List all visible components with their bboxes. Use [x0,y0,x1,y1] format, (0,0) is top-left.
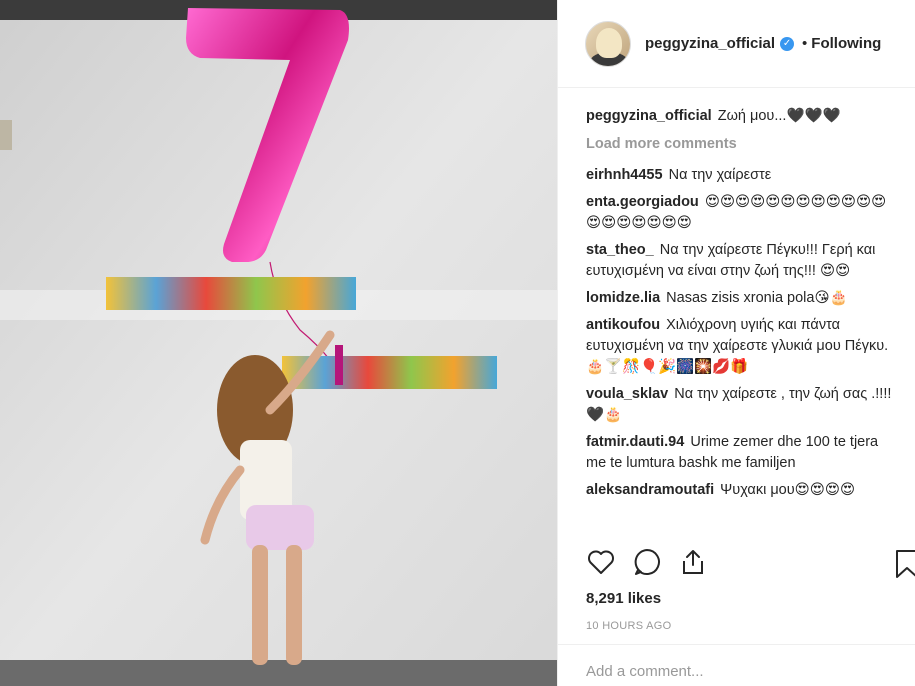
caption-username[interactable]: peggyzina_official [586,108,712,124]
comment-username[interactable]: sta_theo_ [586,242,654,258]
post-username[interactable]: peggyzina_official [645,35,775,52]
instagram-post: peggyzina_official ✓ • Following peggyzi… [0,0,915,686]
following-button[interactable]: Following [811,35,881,52]
comment-text: Ψυχακι μου😍😍😍😍 [720,482,856,498]
action-bar [585,546,709,578]
verified-icon: ✓ [780,36,795,51]
avatar[interactable] [585,20,631,67]
comment-username[interactable]: voula_sklav [586,386,668,402]
post-timestamp: 10 HOURS AGO [586,620,672,632]
caption-text: Ζωή μου...🖤🖤🖤 [717,108,841,124]
separator-dot: • [802,35,808,52]
comment-item: antikoufou Χιλιόχρονη υγιής και πάντα ευ… [586,315,901,378]
post-header: peggyzina_official ✓ • Following [558,0,915,88]
birthday-photo-illustration [0,0,557,686]
add-comment-input[interactable]: Add a comment... [558,644,915,686]
caption: peggyzina_official Ζωή μου...🖤🖤🖤 [586,106,901,127]
post-sidebar: peggyzina_official ✓ • Following peggyzi… [557,0,915,686]
comment-text: Να την χαίρεστε [668,167,772,183]
comment-icon[interactable] [631,546,663,578]
comment-item: fatmir.dauti.94 Urime zemer dhe 100 te t… [586,432,901,474]
heart-icon[interactable] [585,546,617,578]
comment-item: voula_sklav Να την χαίρεστε , την ζωή σα… [586,384,901,426]
comment-username[interactable]: eirhnh4455 [586,167,663,183]
comment-username[interactable]: aleksandramoutafi [586,482,714,498]
comment-username[interactable]: lomidze.lia [586,290,660,306]
comment-text: Nasas zisis xronia pola😘🎂 [666,290,848,306]
comment-username[interactable]: fatmir.dauti.94 [586,434,684,450]
comment-item: lomidze.lia Nasas zisis xronia pola😘🎂 [586,288,901,309]
comments-list[interactable]: peggyzina_official Ζωή μου...🖤🖤🖤 Load mo… [558,88,915,535]
comment-username[interactable]: enta.georgiadou [586,194,699,210]
comment-item: enta.georgiadou 😍😍😍😍😍😍😍😍😍😍😍😍😍😍😍😍😍😍😍 [586,192,901,234]
share-icon[interactable] [677,546,709,578]
load-more-comments-button[interactable]: Load more comments [586,134,901,155]
bookmark-icon[interactable] [895,549,915,579]
comment-username[interactable]: antikoufou [586,317,660,333]
comment-item: sta_theo_ Να την χαίρεστε Πέγκυ!!! Γερή … [586,240,901,282]
likes-count[interactable]: 8,291 likes [586,590,661,607]
post-photo[interactable] [0,0,557,686]
comment-item: aleksandramoutafi Ψυχακι μου😍😍😍😍 [586,480,901,501]
comment-item: eirhnh4455 Να την χαίρεστε [586,165,901,186]
